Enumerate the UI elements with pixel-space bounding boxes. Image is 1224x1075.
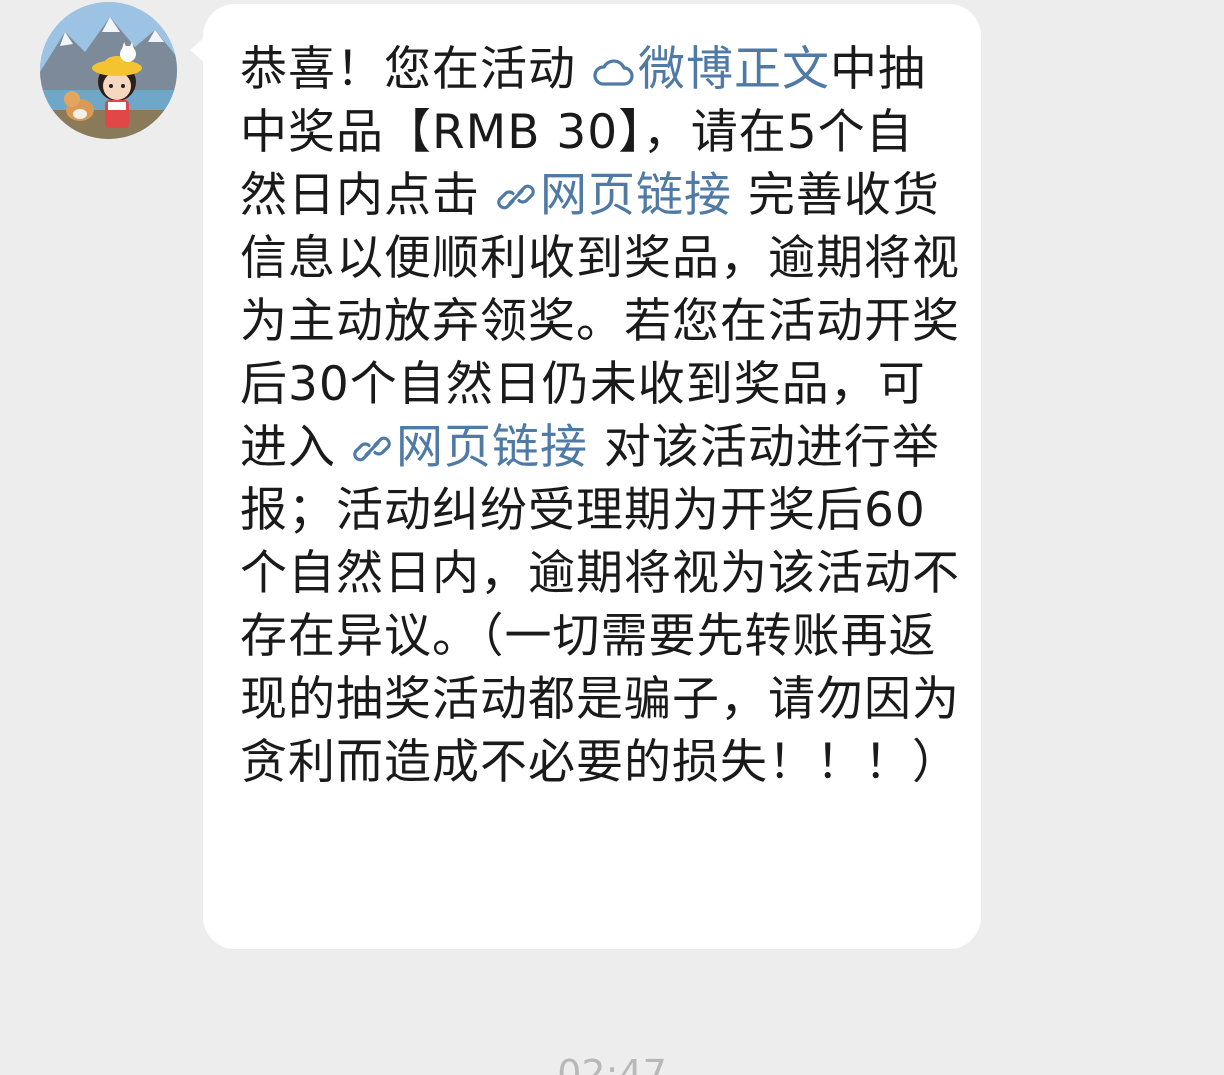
message-text-part: 恭喜！您在活动 (240, 42, 576, 97)
sender-avatar[interactable] (40, 2, 177, 139)
web-link-label: 网页链接 (395, 420, 588, 475)
cloud-icon (593, 59, 634, 86)
message-text-part: 对该活动进行举报；活动纠纷受理期为开奖后60个自然日内，逾期将视为该活动不存在异… (240, 420, 960, 790)
weibo-post-link[interactable]: 微博正文 (592, 42, 830, 97)
weibo-post-link-label: 微博正文 (637, 42, 830, 97)
web-link[interactable]: 网页链接 (352, 420, 588, 475)
message-timestamp: 02:47 (557, 1052, 667, 1075)
web-link[interactable]: 网页链接 (496, 168, 732, 223)
web-link-label: 网页链接 (539, 168, 732, 223)
avatar-image (40, 2, 177, 139)
link-icon (497, 184, 535, 210)
message-text: 恭喜！您在活动 微博正文中抽中奖品【RMB 30】，请在5个自然日内点击 网页链… (240, 38, 960, 794)
link-icon (353, 436, 391, 462)
